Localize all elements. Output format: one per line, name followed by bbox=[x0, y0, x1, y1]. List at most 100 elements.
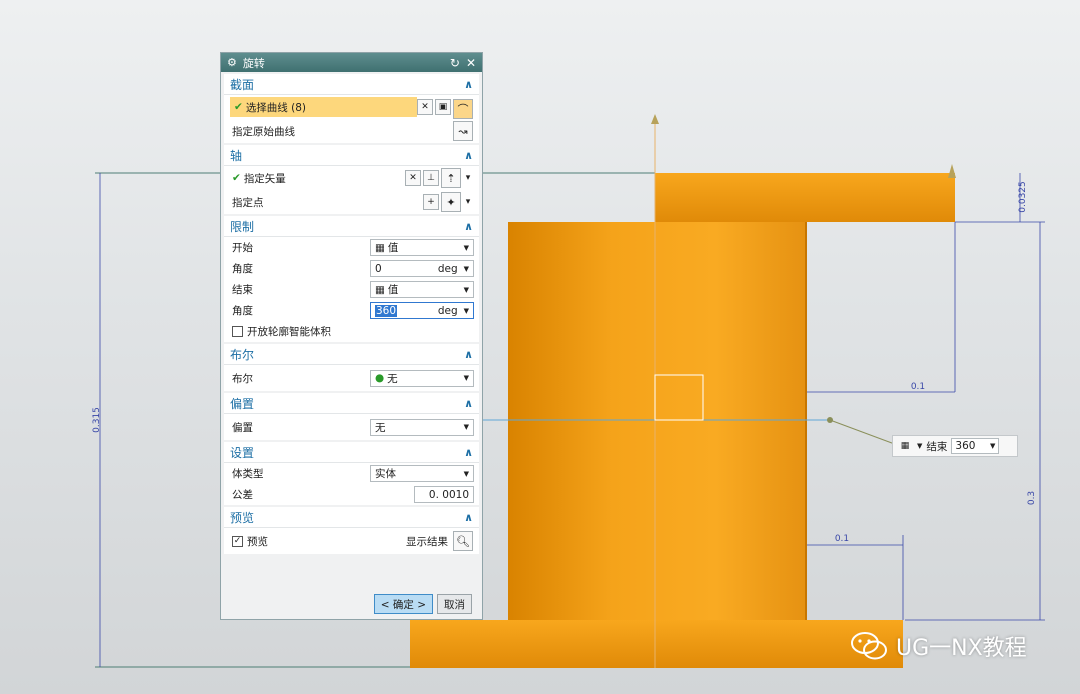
body-edge bbox=[805, 222, 807, 620]
start-select[interactable]: ▦ 值 ▼ bbox=[370, 239, 474, 256]
origin-curve-icon[interactable]: ↝ bbox=[453, 121, 473, 141]
collapse-icon[interactable]: ∧ bbox=[464, 348, 473, 361]
start-angle-unit: deg bbox=[437, 262, 458, 275]
dim-top-label: 0.0325 bbox=[1018, 181, 1028, 213]
end-select[interactable]: ▦ 值 ▼ bbox=[370, 281, 474, 298]
magnifier-icon[interactable]: 🔍︎ bbox=[453, 531, 473, 551]
tolerance-input[interactable]: 0. 0010 bbox=[414, 486, 474, 503]
specify-vector-row[interactable]: ✔ 指定矢量 ✕ ⊥ ⇡ ▾ bbox=[224, 166, 479, 190]
dialog-title: 旋转 bbox=[242, 56, 265, 70]
end-angle-handle-toolbar: ▦ ▼ 结束 360 ▼ bbox=[892, 435, 1018, 457]
end-angle-unit: deg bbox=[437, 304, 458, 317]
graphics-viewport[interactable]: 0.315 0.3 0.0325 0.1 0.1 ⚙ 旋转 ↻ ✕ 截面 ∧ ✔… bbox=[0, 0, 1080, 694]
sketch-icon[interactable]: ▣ bbox=[435, 99, 451, 115]
start-angle-row: 角度 0 deg ▼ bbox=[224, 258, 479, 279]
chevron-down-icon: ▼ bbox=[463, 285, 469, 294]
curve-select-icon[interactable]: ⌒ bbox=[453, 99, 473, 119]
end-row: 结束 ▦ 值 ▼ bbox=[224, 279, 479, 300]
bottom-flange bbox=[410, 620, 903, 668]
vector-reverse-icon[interactable]: ✕ bbox=[405, 170, 421, 186]
collapse-icon[interactable]: ∧ bbox=[464, 220, 473, 233]
vector-arrow-right bbox=[948, 164, 956, 178]
dialog-footer: < 确定 > 取消 bbox=[221, 589, 482, 619]
value-icon[interactable]: ▦ bbox=[897, 439, 913, 453]
select-curve-row[interactable]: ✔ 选择曲线 (8) ✕ ▣ ⌒ bbox=[224, 95, 479, 119]
chevron-down-icon[interactable]: ▼ bbox=[990, 442, 995, 450]
offset-header-label: 偏置 bbox=[230, 396, 255, 411]
show-result-label: 显示结果 bbox=[406, 535, 448, 548]
boolean-select[interactable]: ● 无 ▼ bbox=[370, 369, 474, 387]
handle-leader bbox=[829, 419, 901, 447]
check-icon: ✔ bbox=[232, 172, 241, 184]
origin-curve-row[interactable]: 指定原始曲线 ↝ bbox=[224, 119, 479, 143]
offset-group: 偏置 ∧ 偏置 无 ▼ bbox=[224, 393, 479, 440]
origin-curve-label: 指定原始曲线 bbox=[232, 125, 295, 138]
collapse-icon[interactable]: ∧ bbox=[464, 446, 473, 459]
dim-lower-label: 0.1 bbox=[835, 534, 849, 544]
gear-icon[interactable]: ⚙ bbox=[227, 56, 237, 69]
preview-header[interactable]: 预览 ∧ bbox=[224, 507, 479, 528]
end-handle-input[interactable]: 360 ▼ bbox=[951, 438, 1000, 454]
body-type-select[interactable]: 实体 ▼ bbox=[370, 465, 474, 482]
preview-header-label: 预览 bbox=[230, 510, 255, 525]
open-profile-label: 开放轮廓智能体积 bbox=[247, 326, 331, 338]
dim-right-label: 0.3 bbox=[1027, 491, 1037, 505]
ok-button[interactable]: < 确定 > bbox=[373, 594, 433, 614]
vector-arrow-up bbox=[651, 114, 659, 124]
dialog-titlebar[interactable]: ⚙ 旋转 ↻ ✕ bbox=[221, 53, 482, 72]
collapse-icon[interactable]: ∧ bbox=[464, 397, 473, 410]
chevron-down-icon[interactable]: ▾ bbox=[463, 194, 473, 210]
preview-group: 预览 ∧ ✓ 预览 显示结果 🔍︎ bbox=[224, 507, 479, 554]
chevron-down-icon[interactable]: ▾ bbox=[463, 170, 473, 186]
specify-point-row[interactable]: 指定点 + ✦ ▾ bbox=[224, 190, 479, 214]
collapse-icon[interactable]: ∧ bbox=[464, 78, 473, 91]
select-curve-highlight[interactable]: ✔ 选择曲线 (8) bbox=[230, 97, 417, 117]
section-header-label: 截面 bbox=[230, 77, 255, 92]
open-profile-checkbox[interactable] bbox=[232, 326, 243, 337]
collapse-icon[interactable]: ∧ bbox=[464, 511, 473, 524]
vector-dialog-icon[interactable]: ⊥ bbox=[423, 170, 439, 186]
chevron-down-icon[interactable]: ▼ bbox=[917, 442, 922, 450]
offset-select[interactable]: 无 ▼ bbox=[370, 418, 474, 436]
reset-icon[interactable]: ↻ bbox=[450, 56, 460, 70]
axis-header[interactable]: 轴 ∧ bbox=[224, 145, 479, 166]
chevron-down-icon: ▼ bbox=[463, 423, 469, 431]
revolve-dialog: ⚙ 旋转 ↻ ✕ 截面 ∧ ✔ 选择曲线 (8) ✕ ▣ ⌒ 指定原始曲线 ↝ … bbox=[220, 52, 483, 620]
point-type-icon[interactable]: ✦ bbox=[441, 192, 461, 212]
settings-header[interactable]: 设置 ∧ bbox=[224, 442, 479, 463]
top-flange bbox=[655, 173, 955, 222]
boolean-group: 布尔 ∧ 布尔 ● 无 ▼ bbox=[224, 344, 479, 391]
point-dialog-icon[interactable]: + bbox=[423, 194, 439, 210]
limits-group: 限制 ∧ 开始 ▦ 值 ▼ 角度 0 deg ▼ 结束 ▦ 值 ▼ 角度 360… bbox=[224, 216, 479, 342]
limits-header[interactable]: 限制 ∧ bbox=[224, 216, 479, 237]
cylinder-body bbox=[508, 222, 805, 620]
close-icon[interactable]: ✕ bbox=[466, 56, 476, 70]
end-handle-label: 结束 bbox=[926, 440, 948, 453]
offset-header[interactable]: 偏置 ∧ bbox=[224, 393, 479, 414]
collapse-icon[interactable]: ∧ bbox=[464, 149, 473, 162]
cancel-button[interactable]: 取消 bbox=[437, 594, 472, 614]
chevron-down-icon[interactable]: ▼ bbox=[464, 307, 469, 315]
tolerance-row: 公差 0. 0010 bbox=[224, 484, 479, 505]
open-profile-row[interactable]: 开放轮廓智能体积 bbox=[224, 321, 479, 342]
start-row: 开始 ▦ 值 ▼ bbox=[224, 237, 479, 258]
preview-checkbox[interactable]: ✓ bbox=[232, 535, 243, 547]
boolean-header-label: 布尔 bbox=[230, 347, 255, 362]
value-icon: ▦ bbox=[375, 283, 385, 296]
body-type-value: 实体 bbox=[375, 468, 396, 480]
offset-value: 无 bbox=[375, 421, 386, 434]
start-angle-value: 0 bbox=[375, 262, 382, 275]
dim-upper-label: 0.1 bbox=[911, 382, 925, 392]
vector-type-icon[interactable]: ⇡ bbox=[441, 168, 461, 188]
boolean-row: 布尔 ● 无 ▼ bbox=[224, 365, 479, 391]
preview-row: ✓ 预览 显示结果 🔍︎ bbox=[224, 528, 479, 554]
boolean-none-icon: ● bbox=[375, 372, 385, 384]
end-angle-input[interactable]: 360 deg ▼ bbox=[370, 302, 474, 319]
boolean-header[interactable]: 布尔 ∧ bbox=[224, 344, 479, 365]
start-angle-input[interactable]: 0 deg ▼ bbox=[370, 260, 474, 277]
tolerance-value: 0. 0010 bbox=[428, 488, 469, 501]
curve-rule-icon[interactable]: ✕ bbox=[417, 99, 433, 115]
chevron-down-icon[interactable]: ▼ bbox=[464, 265, 469, 273]
section-header[interactable]: 截面 ∧ bbox=[224, 74, 479, 95]
select-curve-label: 选择曲线 (8) bbox=[245, 101, 307, 114]
